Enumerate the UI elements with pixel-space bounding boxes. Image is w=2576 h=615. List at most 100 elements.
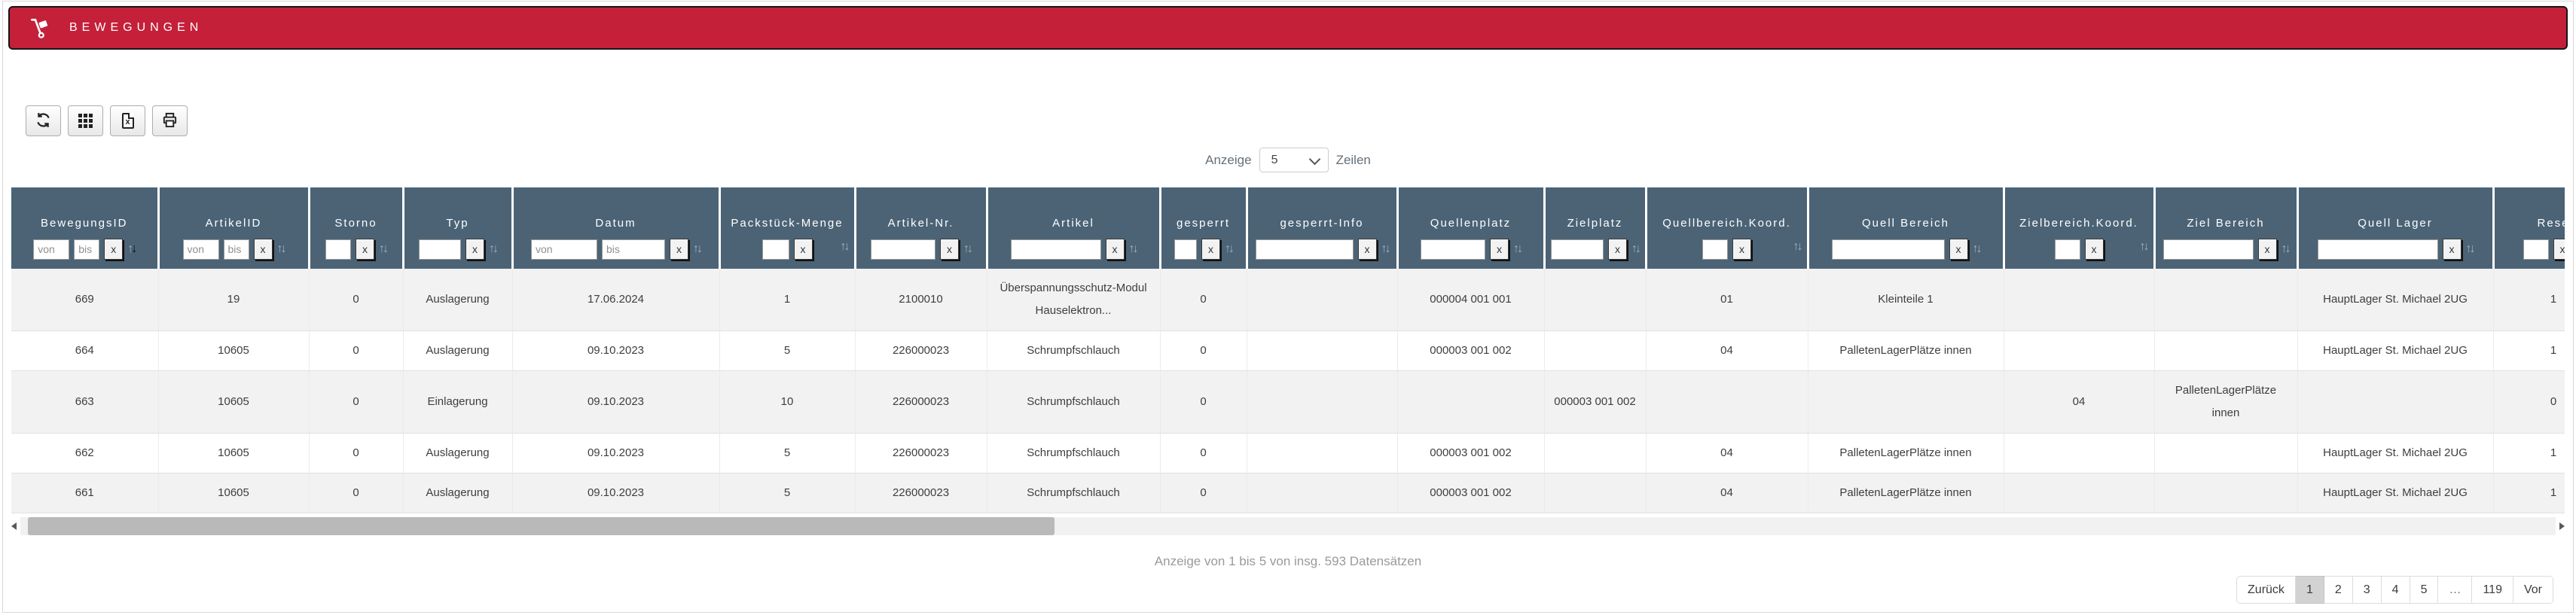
sort-icon[interactable]: ↑↓ <box>1513 242 1523 256</box>
previous-page-button[interactable]: Zurück <box>2236 576 2296 604</box>
clear-filter-button[interactable]: x <box>2553 239 2565 260</box>
clear-filter-button[interactable]: x <box>793 239 813 260</box>
refresh-button[interactable] <box>26 105 61 136</box>
page-button-3[interactable]: 3 <box>2352 576 2382 604</box>
scrollbar-thumb[interactable] <box>28 517 1055 535</box>
clear-filter-button[interactable]: x <box>1608 239 1627 260</box>
page-button-2[interactable]: 2 <box>2324 576 2353 604</box>
sort-icon[interactable]: ↑↓ <box>489 242 499 256</box>
clear-filter-button[interactable]: x <box>1949 239 1968 260</box>
sort-icon[interactable]: ↑↓ <box>277 242 287 256</box>
clear-filter-button[interactable]: x <box>356 239 374 260</box>
filter-input[interactable] <box>1174 239 1197 260</box>
cell <box>1247 269 1398 331</box>
clear-filter-button[interactable]: x <box>940 239 959 260</box>
columns-button[interactable] <box>68 105 103 136</box>
filter-input[interactable] <box>419 239 461 260</box>
sort-icon[interactable]: ↑↓ <box>1793 240 1803 254</box>
cell: Einlagerung <box>403 370 513 434</box>
clear-filter-button[interactable]: x <box>2257 239 2277 260</box>
cell <box>1646 370 1808 434</box>
cell: 04 <box>1646 330 1808 371</box>
cell: 226000023 <box>855 330 987 371</box>
filter-row: x ↑↓ <box>2156 239 2297 260</box>
filter-input[interactable] <box>325 239 351 260</box>
sort-icon[interactable]: ↑↓ <box>841 240 850 254</box>
page-button-119[interactable]: 119 <box>2472 576 2513 604</box>
filter-bis-input[interactable] <box>74 239 100 260</box>
clear-filter-button[interactable]: x <box>1357 239 1377 260</box>
filter-row: x ↑↓ <box>160 239 308 260</box>
filter-input[interactable] <box>2523 239 2549 260</box>
page-button-4[interactable]: 4 <box>2381 576 2410 604</box>
sort-icon[interactable]: ↑↓ <box>693 242 703 256</box>
scroll-right-arrow-icon[interactable] <box>2559 522 2565 530</box>
filter-input[interactable] <box>1551 239 1604 260</box>
sort-icon[interactable]: ↑↓ <box>1225 242 1235 256</box>
clear-filter-button[interactable]: x <box>104 239 124 260</box>
filter-row: x ↑↓ <box>1546 239 1645 260</box>
column-header-packstück-menge: Packstück-Menge x ↑↓ <box>719 187 856 269</box>
scrollbar-track[interactable] <box>20 517 2556 535</box>
sort-icon[interactable]: ↑↓ <box>963 242 973 256</box>
sort-desc-arrow: ↓ <box>1635 242 1641 255</box>
cell: 661 <box>11 473 159 513</box>
filter-row: x ↑↓ <box>988 239 1159 260</box>
sort-icon[interactable]: ↑↓ <box>2466 242 2476 256</box>
clear-filter-button[interactable]: x <box>1105 239 1125 260</box>
clear-filter-button[interactable]: x <box>2084 239 2104 260</box>
rows-per-page-select[interactable]: 5 <box>1259 148 1329 172</box>
cell <box>1247 330 1398 371</box>
filter-input[interactable] <box>1831 239 1945 260</box>
print-button[interactable] <box>152 105 188 136</box>
column-label: Packstück-Menge <box>731 217 844 230</box>
sort-icon[interactable]: ↑↓ <box>1631 242 1641 256</box>
next-page-button[interactable]: Vor <box>2513 576 2553 604</box>
filter-input[interactable] <box>2054 239 2080 260</box>
clear-filter-button[interactable]: x <box>1201 239 1220 260</box>
filter-bis-input[interactable] <box>602 239 665 260</box>
page-button-5[interactable]: 5 <box>2410 576 2439 604</box>
sort-icon[interactable]: ↑↓ <box>2140 240 2150 254</box>
filter-input[interactable] <box>762 239 789 260</box>
page-button-1[interactable]: 1 <box>2295 576 2324 604</box>
table-row: 669 19 0 Auslagerung 17.06.2024 1 2100010 Übers… <box>11 269 2565 331</box>
filter-von-input[interactable] <box>33 239 70 260</box>
filter-input[interactable] <box>1702 239 1728 260</box>
filter-von-input[interactable] <box>182 239 219 260</box>
clear-filter-button[interactable]: x <box>253 239 273 260</box>
sort-icon[interactable]: ↑↓ <box>127 242 137 256</box>
table-header-row: BewegungsIDx↑↓ArtikelIDx↑↓Stornox↑↓Typx↑… <box>11 187 2565 269</box>
records-info-text: Anzeige von 1 bis 5 von insg. 593 Datens… <box>1154 554 1422 568</box>
filter-row: x ↑↓ <box>1161 239 1246 260</box>
sort-icon[interactable]: ↑↓ <box>1973 242 1982 256</box>
filter-input[interactable] <box>871 239 935 260</box>
filter-row: x↑↓ <box>11 239 157 260</box>
filter-bis-input[interactable] <box>223 239 249 260</box>
sort-icon[interactable]: ↑↓ <box>1129 242 1139 256</box>
column-label: Quellbereich.Koord. <box>1662 217 1791 230</box>
filter-input[interactable] <box>1010 239 1101 260</box>
sort-icon[interactable]: ↑↓ <box>2281 242 2291 256</box>
filter-von-input[interactable] <box>531 239 597 260</box>
clear-filter-button[interactable]: x <box>2442 239 2462 260</box>
filter-input[interactable] <box>1255 239 1354 260</box>
excel-export-button[interactable]: x <box>110 105 145 136</box>
clear-filter-button[interactable]: x <box>1490 239 1509 260</box>
cell: 0 <box>309 269 404 331</box>
sort-icon[interactable]: ↑↓ <box>379 242 389 256</box>
clear-filter-button[interactable]: x <box>670 239 688 260</box>
sort-desc-arrow: ↓ <box>1132 242 1139 255</box>
rows-per-page-suffix-label: Zeilen <box>1335 152 1371 167</box>
cell: 1 <box>719 269 856 331</box>
filter-input[interactable] <box>1421 239 1485 260</box>
scroll-left-arrow-icon[interactable] <box>11 522 17 530</box>
filter-row: x <box>2005 239 2153 260</box>
clear-filter-button[interactable]: x <box>1732 239 1751 260</box>
sort-icon[interactable]: ↑↓ <box>1381 242 1391 256</box>
cell: 5 <box>719 330 856 371</box>
filter-input[interactable] <box>2317 239 2438 260</box>
clear-filter-button[interactable]: x <box>465 239 484 260</box>
filter-input[interactable] <box>2162 239 2254 260</box>
cell <box>2154 330 2298 371</box>
